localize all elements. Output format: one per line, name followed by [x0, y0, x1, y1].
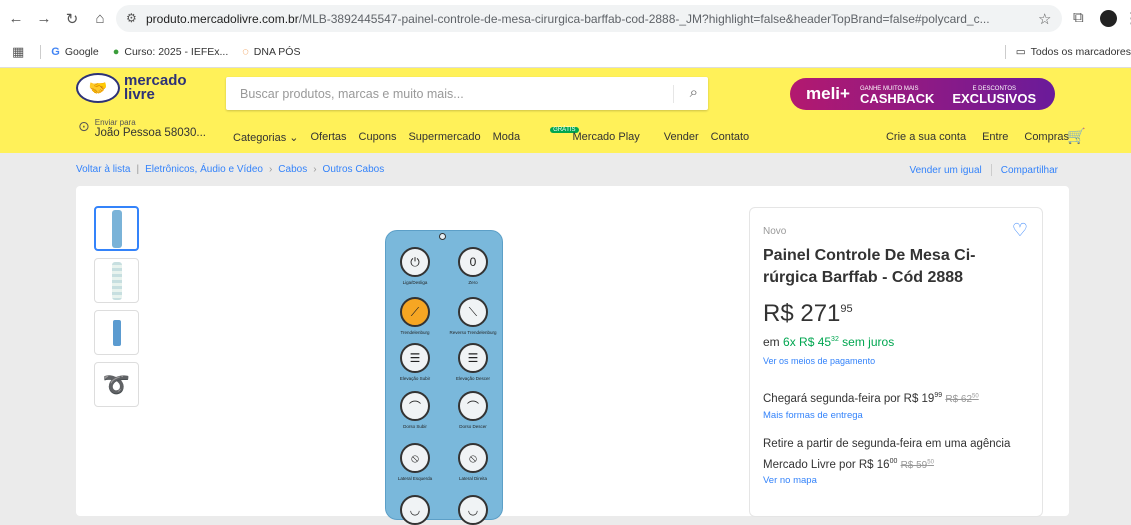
- bookmark-dna-pos[interactable]: ◌ DNA PÓS: [242, 46, 300, 58]
- breadcrumb-item[interactable]: Cabos: [278, 164, 307, 175]
- bookmark-google[interactable]: G Google: [51, 46, 98, 58]
- trendelenburg-icon: ⟋: [400, 297, 430, 327]
- url-path: /MLB-3892445547-painel-controle-de-mesa-…: [298, 11, 990, 26]
- create-account-link[interactable]: Crie a sua conta: [886, 131, 966, 143]
- login-link[interactable]: Entre: [982, 131, 1008, 143]
- share-link[interactable]: Compartilhar: [1001, 165, 1058, 176]
- nav-categorias[interactable]: Categorias ⌄: [233, 131, 298, 144]
- main-nav: Categorias ⌄ Ofertas Cupons Supermercado…: [233, 127, 761, 144]
- lateral-right-icon: ⦸: [458, 443, 488, 473]
- breadcrumb-item[interactable]: Outros Cabos: [323, 164, 385, 175]
- nav-cupons[interactable]: Cupons: [359, 131, 397, 144]
- url-domain: produto.mercadolivre.com.br: [146, 11, 299, 26]
- power-button-icon: ⏻: [400, 247, 430, 277]
- globe-icon: ●: [112, 46, 120, 58]
- cart-icon[interactable]: 🛒: [1067, 127, 1086, 145]
- back-icon[interactable]: ←: [4, 7, 28, 31]
- thumbnail-gallery: ➰: [94, 206, 139, 414]
- sell-same-link[interactable]: Vender um igual: [909, 165, 981, 176]
- favorite-heart-icon[interactable]: ♡: [1012, 220, 1028, 241]
- location-pin-icon: ⊙: [78, 118, 90, 134]
- folder-icon: ▭: [1015, 46, 1026, 58]
- apps-icon[interactable]: ▦: [12, 44, 24, 60]
- back-down-icon: ⌒: [458, 391, 488, 421]
- nav-vender[interactable]: Vender: [664, 131, 699, 144]
- home-icon[interactable]: ⌂: [88, 7, 112, 31]
- condition-label: Novo: [763, 226, 787, 237]
- nav-moda[interactable]: Moda: [493, 131, 521, 144]
- extensions-icon[interactable]: ⧉: [1073, 9, 1084, 26]
- nav-ofertas[interactable]: Ofertas: [310, 131, 346, 144]
- search-icon[interactable]: ⌕: [690, 84, 698, 101]
- nav-mercado-play[interactable]: GRÁTISMercado Play: [532, 127, 652, 144]
- zero-button-icon: 0: [458, 247, 488, 277]
- site-header: 🤝 mercado livre Buscar produtos, marcas …: [0, 68, 1131, 153]
- thumbnail[interactable]: [94, 206, 139, 251]
- payment-methods-link[interactable]: Ver os meios de pagamento: [763, 356, 875, 366]
- bookmark-star-icon[interactable]: ☆: [1038, 10, 1051, 28]
- account-nav: Crie a sua conta Entre Compras: [870, 131, 1069, 143]
- product-title: Painel Controle De Mesa Ci-rúrgica Barff…: [763, 247, 976, 286]
- breadcrumb: Voltar à lista | Eletrônicos, Áudio e Ví…: [76, 164, 385, 175]
- product-image[interactable]: ⏻ 0 Liga/Desliga Zero ⟋ ⟍ Trendelenburg …: [385, 230, 503, 525]
- delivery-address[interactable]: ⊙ Enviar para João Pessoa 58030...: [78, 118, 206, 139]
- back-to-list-link[interactable]: Voltar à lista: [76, 164, 130, 175]
- thumbnail[interactable]: [94, 258, 139, 303]
- bookmark-curso[interactable]: ● Curso: 2025 - IEFEx...: [113, 46, 229, 58]
- nav-supermercado[interactable]: Supermercado: [408, 131, 480, 144]
- breadcrumb-actions: Vender um igual Compartilhar: [909, 164, 1058, 176]
- buy-box: Novo ♡ Painel Controle De Mesa Ci-rúrgic…: [749, 207, 1043, 517]
- all-bookmarks[interactable]: ▭ Todos os marcadores: [1004, 45, 1131, 59]
- panel-button-icon: ◡: [400, 495, 430, 525]
- purchases-link[interactable]: Compras: [1024, 131, 1069, 143]
- reload-icon[interactable]: ↻: [60, 7, 84, 31]
- site-info-icon[interactable]: ⚙: [126, 11, 137, 25]
- back-up-icon: ⌒: [400, 391, 430, 421]
- meli-plus-banner[interactable]: meli+ GANHE MUITO MAIS CASHBACK E DESCON…: [790, 78, 1055, 110]
- browser-chrome: ← → ↻ ⌂ ⚙ produto.mercadolivre.com.br/ML…: [0, 0, 1131, 68]
- thumbnail[interactable]: ➰: [94, 362, 139, 407]
- profile-avatar[interactable]: [1100, 10, 1117, 27]
- reverse-trendelenburg-icon: ⟍: [458, 297, 488, 327]
- address-bar[interactable]: ⚙ produto.mercadolivre.com.br/MLB-389244…: [116, 5, 1062, 32]
- panel-button-icon: ◡: [458, 495, 488, 525]
- price: R$ 27195: [763, 300, 853, 327]
- view-map-link[interactable]: Ver no mapa: [763, 475, 817, 486]
- breadcrumb-item[interactable]: Eletrônicos, Áudio e Vídeo: [145, 164, 263, 175]
- forward-icon[interactable]: →: [32, 7, 56, 31]
- search-input[interactable]: Buscar produtos, marcas e muito mais... …: [226, 77, 708, 110]
- elevation-up-icon: ☰: [400, 343, 430, 373]
- dna-icon: ◌: [242, 46, 249, 58]
- bookmarks-bar: ▦ G Google ● Curso: 2025 - IEFEx... ◌ DNA P…: [0, 37, 1131, 68]
- bookmarks-divider: [40, 45, 42, 59]
- thumbnail[interactable]: [94, 310, 139, 355]
- shipping-info: Chegará segunda-feira por R$ 1999 R$ 625…: [763, 392, 979, 405]
- cable-icon: ➰: [102, 371, 131, 397]
- menu-icon[interactable]: ⋮: [1124, 9, 1131, 27]
- pickup-info: Retire a partir de segunda-feira em uma …: [763, 438, 1011, 471]
- more-shipping-link[interactable]: Mais formas de entrega: [763, 410, 863, 421]
- google-icon: G: [51, 46, 60, 58]
- lateral-left-icon: ⦸: [400, 443, 430, 473]
- handshake-icon: 🤝: [76, 73, 120, 103]
- nav-contato[interactable]: Contato: [711, 131, 750, 144]
- installments: em 6x R$ 4532 sem juros: [763, 335, 895, 349]
- elevation-down-icon: ☰: [458, 343, 488, 373]
- mercado-livre-logo[interactable]: 🤝 mercado livre: [76, 73, 187, 103]
